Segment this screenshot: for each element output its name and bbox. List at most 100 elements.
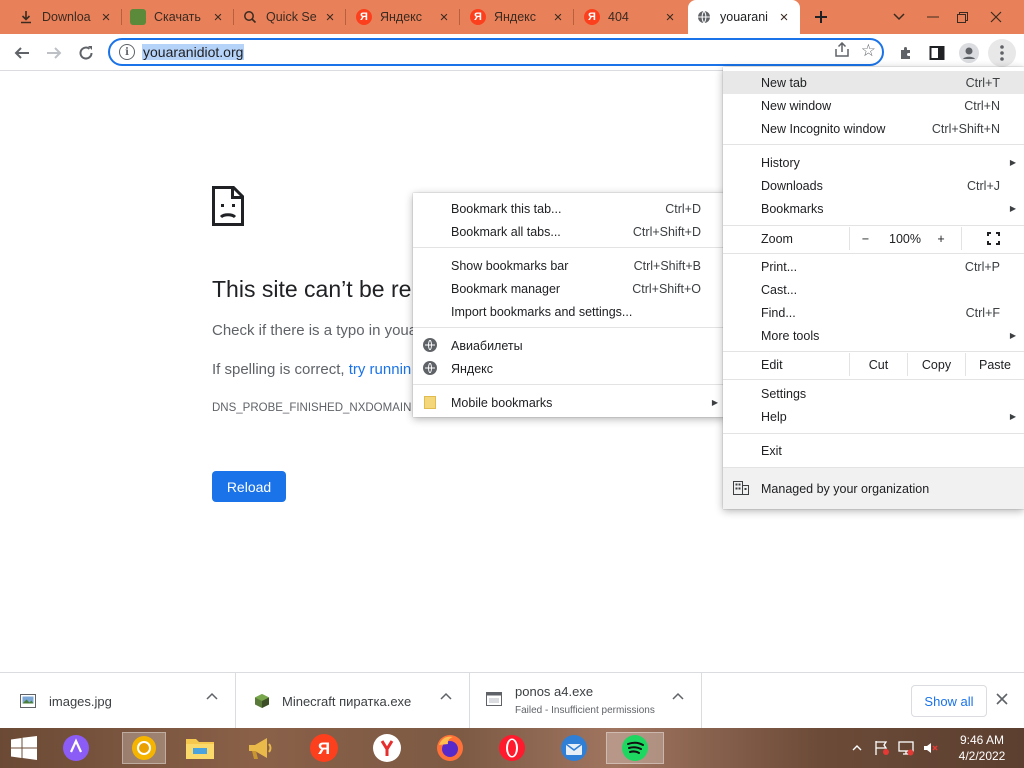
diagnostics-link[interactable]: try runnin — [349, 361, 412, 378]
firefox-icon[interactable] — [434, 732, 466, 764]
download-item-ponos[interactable]: ponos a4.exe Failed - Insufficient permi… — [470, 673, 702, 729]
windows-start-icon[interactable] — [8, 732, 40, 764]
bookmark-aviabilety-item[interactable]: Авиабилеты — [413, 334, 726, 357]
menu-separator — [723, 351, 1024, 352]
submenu-arrow-icon: ▶ — [1009, 331, 1016, 340]
profile-avatar-icon[interactable] — [955, 39, 983, 67]
megaphone-app-icon[interactable] — [244, 732, 276, 764]
menu-item-shortcut: Ctrl+D — [665, 201, 701, 216]
extensions-puzzle-icon[interactable] — [892, 39, 920, 67]
chevron-up-icon[interactable] — [672, 691, 684, 706]
bookmarks-item[interactable]: Bookmarks ▶ — [723, 197, 1024, 220]
close-tab-icon[interactable]: × — [662, 9, 678, 26]
bookmark-yandex-item[interactable]: Яндекс — [413, 357, 726, 380]
downloads-item[interactable]: Downloads Ctrl+J — [723, 174, 1024, 197]
more-tools-item[interactable]: More tools ▶ — [723, 324, 1024, 347]
close-downloads-bar-icon[interactable] — [996, 689, 1008, 710]
bookmark-manager-item[interactable]: Bookmark manager Ctrl+Shift+O — [413, 277, 726, 300]
download-item-images[interactable]: images.jpg — [0, 673, 236, 729]
close-tab-icon[interactable]: × — [436, 9, 452, 26]
site-info-icon[interactable]: i — [119, 44, 135, 60]
close-window-icon[interactable] — [984, 5, 1008, 29]
volume-muted-icon[interactable] — [922, 728, 938, 768]
restore-icon[interactable] — [950, 5, 974, 29]
chevron-up-icon[interactable] — [206, 691, 218, 706]
close-tab-icon[interactable]: × — [776, 9, 792, 26]
tab-youaranidiot[interactable]: youarani × — [688, 0, 800, 34]
tab-title: Яндекс — [380, 10, 423, 24]
clock-time: 9:46 AM — [959, 733, 1005, 747]
network-icon[interactable] — [898, 728, 914, 768]
show-hidden-icons-chevron[interactable] — [852, 728, 862, 768]
tab-quick-search[interactable]: Quick Se × — [234, 0, 346, 34]
spotify-icon[interactable] — [606, 732, 664, 764]
yandex-favicon: Я — [470, 9, 486, 25]
history-item[interactable]: History ▶ — [723, 151, 1024, 174]
tab-downloads[interactable]: Downloa × — [10, 0, 122, 34]
settings-item[interactable]: Settings — [723, 382, 1024, 405]
chrome-menu-kebab-icon[interactable] — [988, 39, 1016, 67]
print-item[interactable]: Print... Ctrl+P — [723, 255, 1024, 278]
file-explorer-icon[interactable] — [184, 732, 216, 764]
tab-404[interactable]: Я 404 × — [576, 0, 686, 34]
action-center-flag-icon[interactable] — [874, 728, 890, 768]
zoom-in-button[interactable]: + — [929, 227, 953, 250]
omnibox-url[interactable]: youaranidiot.org — [142, 44, 245, 60]
cut-button[interactable]: Cut — [849, 353, 907, 376]
show-all-downloads-button[interactable]: Show all — [911, 685, 987, 717]
zoom-out-button[interactable]: − — [849, 227, 881, 250]
bookmark-this-tab-item[interactable]: Bookmark this tab... Ctrl+D — [413, 197, 726, 220]
close-tab-icon[interactable]: × — [210, 9, 226, 26]
side-panel-icon[interactable] — [923, 39, 951, 67]
import-bookmarks-item[interactable]: Import bookmarks and settings... — [413, 300, 726, 323]
download-filename: Minecraft пиратка.exe — [282, 694, 412, 709]
exit-item[interactable]: Exit — [723, 439, 1024, 462]
menu-item-shortcut: Ctrl+Shift+N — [931, 121, 1000, 136]
copy-button[interactable]: Copy — [907, 353, 965, 376]
tab-title: youarani — [720, 10, 768, 24]
menu-item-label: Bookmarks — [761, 201, 824, 216]
system-clock[interactable]: 9:46 AM 4/2/2022 — [952, 732, 1012, 764]
menu-item-label: Show bookmarks bar — [451, 258, 569, 273]
thunderbird-icon[interactable] — [558, 732, 590, 764]
chevron-up-icon[interactable] — [440, 691, 452, 706]
new-window-item[interactable]: New window Ctrl+N — [723, 94, 1024, 117]
download-item-minecraft[interactable]: Minecraft пиратка.exe — [236, 673, 470, 729]
close-tab-icon[interactable]: × — [98, 9, 114, 26]
tab-yandex-2[interactable]: Я Яндекс × — [462, 0, 574, 34]
forward-arrow-icon[interactable] — [40, 39, 68, 67]
menu-separator — [723, 379, 1024, 380]
tab-skachat[interactable]: Скачать × — [122, 0, 234, 34]
alice-assistant-icon[interactable] — [60, 732, 92, 764]
omnibox[interactable]: i youaranidiot.org ☆ — [108, 38, 884, 66]
help-item[interactable]: Help ▶ — [723, 405, 1024, 428]
minimize-icon[interactable] — [921, 5, 945, 29]
bookmark-star-icon[interactable]: ☆ — [861, 41, 876, 61]
bookmark-all-tabs-item[interactable]: Bookmark all tabs... Ctrl+Shift+D — [413, 220, 726, 243]
yandex-app-icon[interactable]: Я — [308, 732, 340, 764]
downloads-bar: images.jpg Minecraft пиратка.exe ponos a… — [0, 672, 1024, 729]
cast-item[interactable]: Cast... — [723, 278, 1024, 301]
find-item[interactable]: Find... Ctrl+F — [723, 301, 1024, 324]
managed-by-organization-item[interactable]: Managed by your organization — [723, 468, 1024, 509]
exe-file-icon — [486, 691, 502, 707]
yandex-browser-icon[interactable] — [371, 732, 403, 764]
back-arrow-icon[interactable] — [8, 39, 36, 67]
close-tab-icon[interactable]: × — [550, 9, 566, 26]
tab-yandex-1[interactable]: Я Яндекс × — [348, 0, 460, 34]
new-tab-item[interactable]: New tab Ctrl+T — [723, 71, 1024, 94]
opera-icon[interactable] — [496, 732, 528, 764]
close-tab-icon[interactable]: × — [322, 9, 338, 26]
mobile-bookmarks-item[interactable]: Mobile bookmarks ▶ — [413, 391, 726, 414]
new-tab-plus-icon[interactable] — [809, 5, 833, 29]
paste-button[interactable]: Paste — [965, 353, 1024, 376]
share-icon[interactable] — [834, 41, 850, 62]
new-incognito-window-item[interactable]: New Incognito window Ctrl+Shift+N — [723, 117, 1024, 140]
tab-separator — [459, 9, 460, 25]
fullscreen-icon[interactable] — [961, 227, 1024, 250]
tab-search-chevron-icon[interactable] — [887, 5, 911, 29]
reload-button[interactable]: Reload — [212, 471, 286, 502]
chrome-taskbar-icon[interactable] — [122, 732, 166, 764]
show-bookmarks-bar-item[interactable]: Show bookmarks bar Ctrl+Shift+B — [413, 254, 726, 277]
reload-icon[interactable] — [72, 39, 100, 67]
